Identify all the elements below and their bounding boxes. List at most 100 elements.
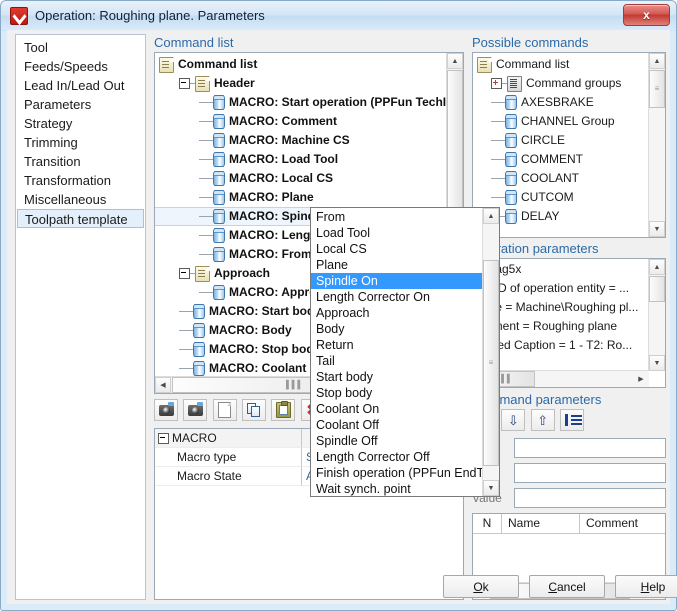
possible-commands-node[interactable]: Command groups: [473, 74, 648, 93]
dropdown-vscrollbar[interactable]: ▲ ▼ ≡: [482, 208, 499, 496]
category-list[interactable]: Tool Feeds/Speeds Lead In/Lead Out Param…: [15, 34, 146, 600]
vscroll-thumb[interactable]: ≡: [649, 70, 665, 108]
close-button[interactable]: x: [623, 4, 670, 26]
dropdown-option[interactable]: Length Corrector Off: [311, 449, 482, 465]
scroll-up-icon[interactable]: ▲: [483, 208, 499, 224]
vscroll-thumb[interactable]: ≡: [483, 260, 499, 466]
name-field[interactable]: [514, 438, 666, 458]
dropdown-option[interactable]: Start body: [311, 369, 482, 385]
column-header-comment[interactable]: Comment: [580, 514, 665, 533]
possible-commands-node[interactable]: CUTCOM: [473, 188, 648, 207]
cylinder-icon: [213, 95, 225, 110]
scroll-down-icon[interactable]: ▼: [483, 480, 499, 496]
align-button[interactable]: [560, 409, 585, 431]
possible-commands-node[interactable]: COOLANT: [473, 169, 648, 188]
collapse-icon[interactable]: [158, 432, 169, 444]
vscroll-thumb[interactable]: [649, 276, 665, 302]
copy-button[interactable]: [242, 399, 267, 421]
dropdown-option[interactable]: From: [311, 209, 482, 225]
dropdown-option[interactable]: Wait synch. point: [311, 481, 482, 496]
dropdown-option[interactable]: Coolant Off: [311, 417, 482, 433]
dropdown-option[interactable]: Return: [311, 337, 482, 353]
possible-commands-node[interactable]: CHANNEL Group: [473, 112, 648, 131]
ok-button[interactable]: Ok: [443, 575, 519, 598]
app-logo-icon: [10, 6, 28, 25]
sidebar-item-trimming[interactable]: Trimming: [16, 133, 145, 152]
possible-commands-node[interactable]: Command list: [473, 55, 648, 74]
scroll-down-icon[interactable]: ▼: [649, 221, 665, 237]
snapshot-button[interactable]: [154, 399, 178, 421]
command-list-node[interactable]: Command list: [155, 55, 446, 74]
column-header-name[interactable]: Name: [502, 514, 580, 533]
scroll-up-icon[interactable]: ▲: [649, 53, 665, 69]
operation-parameters-vscrollbar[interactable]: ▲ ▼: [648, 259, 665, 371]
sidebar-item-toolpath-template[interactable]: Toolpath template: [17, 209, 144, 228]
snapshot-alt-button[interactable]: [183, 399, 208, 421]
sidebar-item-transition[interactable]: Transition: [16, 152, 145, 171]
sidebar-item-lead-in-lead-out[interactable]: Lead In/Lead Out: [16, 76, 145, 95]
dropdown-option[interactable]: Load Tool: [311, 225, 482, 241]
command-list-node[interactable]: MACRO: Comment: [155, 112, 446, 131]
ok-mnemonic: O: [473, 579, 483, 594]
dropdown-option[interactable]: Stop body: [311, 385, 482, 401]
command-list-node[interactable]: MACRO: Plane: [155, 188, 446, 207]
comment-field[interactable]: [514, 463, 666, 483]
sidebar-item-strategy[interactable]: Strategy: [16, 114, 145, 133]
scroll-left-icon[interactable]: ◀: [155, 377, 171, 393]
operation-parameters-list[interactable]: lomag5xnic ID of operation entity = ...l…: [472, 258, 666, 388]
scroll-up-icon[interactable]: ▲: [649, 259, 665, 275]
possible-commands-tree[interactable]: Command list Command groups AXESBRAKE CHANN…: [472, 52, 666, 238]
new-button[interactable]: [212, 399, 237, 421]
scroll-right-icon[interactable]: ▶: [633, 371, 649, 387]
application-root: Operation: Roughing plane. Parameters x …: [0, 0, 677, 611]
tree-line: [179, 330, 193, 331]
dropdown-option[interactable]: Local CS: [311, 241, 482, 257]
sidebar-item-transformation[interactable]: Transformation: [16, 171, 145, 190]
dropdown-option[interactable]: Length Corrector On: [311, 289, 482, 305]
arrow-down-icon: ⇩: [507, 412, 519, 428]
cancel-button[interactable]: Cancel: [529, 575, 605, 598]
sidebar-item-miscellaneous[interactable]: Miscellaneous: [16, 190, 145, 209]
column-header-n[interactable]: N: [473, 514, 502, 533]
command-list-node-label: MACRO: From: [229, 247, 312, 261]
sidebar-item-parameters[interactable]: Parameters: [16, 95, 145, 114]
move-down-button[interactable]: ⇩: [501, 409, 526, 431]
tree-line: [199, 121, 213, 122]
possible-commands-vscrollbar[interactable]: ▲ ▼ ≡: [648, 53, 665, 237]
dropdown-option[interactable]: Coolant On: [311, 401, 482, 417]
possible-commands-node[interactable]: CIRCLE: [473, 131, 648, 150]
sidebar-item-feeds-speeds[interactable]: Feeds/Speeds: [16, 57, 145, 76]
scroll-down-icon[interactable]: ▼: [649, 355, 665, 371]
dropdown-option[interactable]: Approach: [311, 305, 482, 321]
tree-line: [199, 216, 213, 217]
cylinder-icon: [505, 171, 517, 186]
macro-type-dropdown-popup[interactable]: From Load Tool Local CS Plane Spindle On Leng…: [310, 207, 500, 497]
command-list-node[interactable]: MACRO: Local CS: [155, 169, 446, 188]
help-button[interactable]: Help: [615, 575, 677, 598]
dropdown-option[interactable]: Plane: [311, 257, 482, 273]
dropdown-option[interactable]: Tail: [311, 353, 482, 369]
cylinder-icon: [193, 304, 205, 319]
expand-icon[interactable]: [491, 78, 502, 89]
move-up-button[interactable]: ⇧: [530, 409, 555, 431]
command-list-node[interactable]: MACRO: Machine CS: [155, 131, 446, 150]
dropdown-option[interactable]: Spindle On: [311, 273, 482, 289]
tree-line: [199, 197, 213, 198]
sidebar-item-tool[interactable]: Tool: [16, 38, 145, 57]
collapse-icon[interactable]: [179, 78, 190, 89]
command-list-node[interactable]: MACRO: Start operation (PPFun TechInf...: [155, 93, 463, 112]
command-list-node[interactable]: MACRO: Load Tool: [155, 150, 446, 169]
paste-button[interactable]: [271, 399, 296, 421]
value-field[interactable]: [514, 488, 666, 508]
dropdown-option[interactable]: Finish operation (PPFun EndTe: [311, 465, 490, 481]
dropdown-option[interactable]: Body: [311, 321, 482, 337]
dropdown-option[interactable]: Spindle Off: [311, 433, 482, 449]
possible-commands-node[interactable]: COMMENT: [473, 150, 648, 169]
scroll-up-icon[interactable]: ▲: [447, 53, 463, 69]
collapse-icon[interactable]: [179, 268, 190, 279]
command-list-node[interactable]: Header: [155, 74, 446, 93]
possible-commands-node[interactable]: AXESBRAKE: [473, 93, 648, 112]
